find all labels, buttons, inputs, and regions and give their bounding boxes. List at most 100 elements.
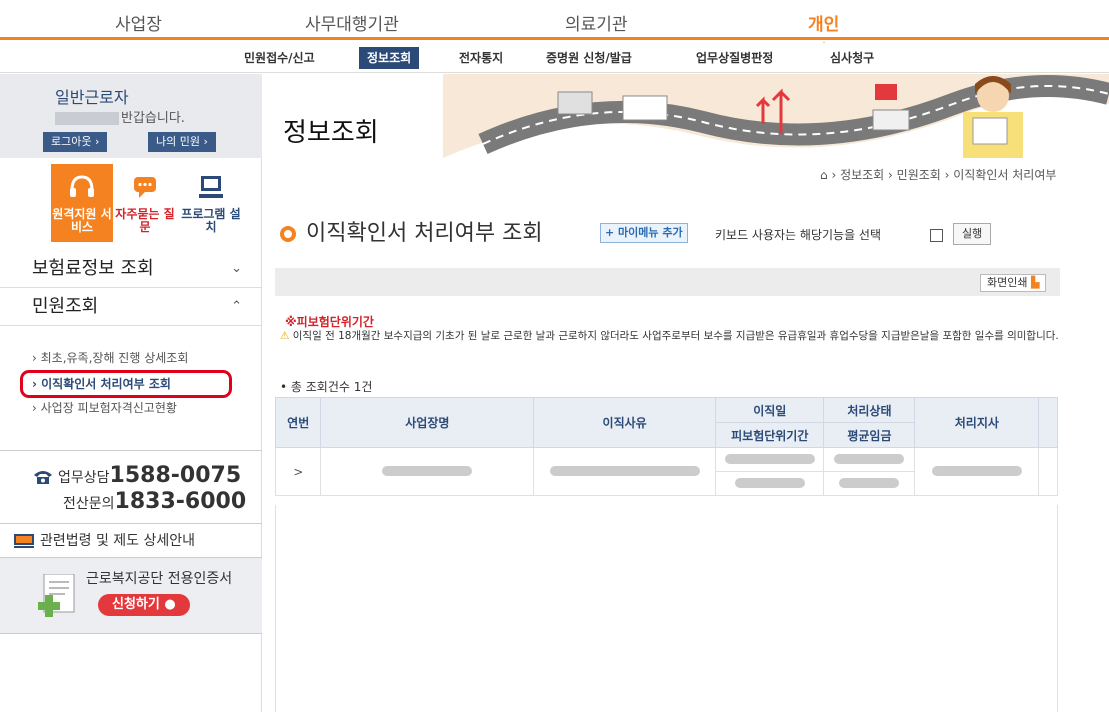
chat-icon: [134, 177, 156, 198]
sub-navigation: 민원접수/신고 정보조회 전자통지 증명원 신청/발급 업무상질병판정 심사청구: [0, 43, 1109, 73]
home-icon[interactable]: ⌂: [820, 168, 828, 182]
table-row[interactable]: >: [274, 447, 1058, 496]
law-guide-link[interactable]: 관련법령 및 제도 상세안내: [0, 524, 262, 558]
page-banner: 정보조회: [263, 74, 1109, 158]
subnav-civil-report[interactable]: 민원접수/신고: [236, 47, 323, 69]
law-guide-label: 관련법령 및 제도 상세안내: [40, 533, 196, 549]
user-type: 일반근로자: [55, 88, 129, 107]
chevron-down-icon: ⌄: [231, 261, 242, 276]
masked-value: [834, 453, 905, 464]
chevron-up-icon: ⌃: [231, 299, 242, 314]
run-button[interactable]: 실행: [953, 223, 992, 245]
monitor-icon: [199, 176, 223, 198]
col-period: 피보험단위기간: [715, 422, 825, 448]
cell-branch: [914, 447, 1040, 496]
col-branch: 처리지사: [914, 397, 1040, 448]
col-status: 처리상태: [823, 397, 916, 423]
menu-civil-label: 민원조회: [32, 296, 99, 317]
breadcrumb-path: › 정보조회 › 민원조회 › 이직확인서 처리여부: [831, 168, 1057, 182]
toolbar-band: [275, 268, 1060, 296]
user-greeting: 반갑습니다.: [55, 107, 185, 126]
phone-icon: [34, 471, 52, 484]
print-label: 화면인쇄: [987, 276, 1028, 289]
topnav-agency[interactable]: 사무대행기관: [305, 10, 399, 35]
cert-apply-label: 신청하기: [112, 597, 160, 612]
masked-value: [724, 453, 815, 464]
note-body: 이직일 전 18개월간 보수지급의 기초가 된 날로 근로한 날과 근로하지 않…: [292, 330, 1059, 342]
col-spacer: [1038, 397, 1058, 448]
subnav-info-lookup[interactable]: 정보조회: [359, 47, 420, 69]
install-button[interactable]: 프로그램 설치: [180, 164, 242, 242]
subnav-e-notice[interactable]: 전자통지: [451, 47, 511, 69]
result-count: • 총 조회건수 1건: [280, 380, 373, 394]
sidebar: 일반근로자 반갑습니다. 로그아웃 › 나의 민원 › 원격지원 서비스 자주묻…: [0, 74, 262, 712]
pc-phone: 전산문의1833-6000: [63, 489, 246, 514]
banner-illustration: [443, 74, 1109, 158]
headset-icon: [70, 175, 94, 197]
user-box: 일반근로자 반갑습니다. 로그아웃 › 나의 민원 ›: [0, 74, 262, 158]
certificate-icon: [38, 574, 75, 617]
note-text: ⚠ 이직일 전 18개월간 보수지급의 기초가 된 날로 근로한 날과 근로하지…: [280, 330, 1060, 342]
col-company: 사업장명: [320, 397, 535, 448]
col-wage: 평균임금: [823, 422, 916, 448]
cell-company: [320, 447, 535, 496]
cell-status: [823, 447, 916, 472]
masked-value: [931, 465, 1022, 476]
work-phone-number: 1588-0075: [109, 463, 242, 488]
add-my-menu-button[interactable]: + 마이메뉴 추가: [600, 223, 688, 243]
keyboard-note: 키보드 사용자는 해당기능을 선택: [715, 228, 882, 242]
cert-apply-button[interactable]: 신청하기 ●: [98, 594, 190, 616]
cert-box: 근로복지공단 전용인증서 신청하기 ●: [0, 558, 262, 634]
topnav-medical[interactable]: 의료기관: [565, 10, 628, 35]
masked-value: [382, 465, 473, 476]
warning-icon: ⚠: [280, 330, 290, 342]
subnav-review-request[interactable]: 심사청구: [822, 47, 882, 69]
highlight-box: [20, 370, 232, 398]
my-civil-button[interactable]: 나의 민원 ›: [148, 132, 216, 152]
work-phone: 업무상담1588-0075: [58, 463, 241, 488]
cert-title: 근로복지공단 전용인증서: [86, 571, 233, 587]
content-heading: 이직확인서 처리여부 조회: [280, 215, 543, 247]
install-label: 프로그램 설치: [181, 207, 241, 234]
menu-civil-lookup[interactable]: 민원조회 ⌃: [0, 288, 262, 326]
subnav-certificate[interactable]: 증명원 신청/발급: [538, 47, 640, 69]
masked-value: [839, 477, 900, 488]
col-no: 연번: [274, 397, 322, 448]
logout-button[interactable]: 로그아웃 ›: [43, 132, 108, 152]
submenu-progress-label: 최초,유족,장해 진행 상세조회: [40, 351, 189, 365]
remote-support-label: 원격지원 서비스: [52, 207, 112, 234]
topnav-business[interactable]: 사업장: [115, 10, 162, 35]
top-navigation: 사업장 사무대행기관 의료기관 개인: [0, 0, 1109, 47]
note-title: ※피보험단위기간: [285, 315, 374, 329]
row-expand-arrow[interactable]: >: [274, 447, 322, 496]
pc-phone-label: 전산문의: [63, 496, 115, 512]
cell-wage: [823, 471, 916, 496]
table-empty-area: [275, 505, 1058, 712]
print-button[interactable]: 화면인쇄 ▙: [980, 274, 1047, 292]
submenu-item-progress[interactable]: › 최초,유족,장해 진행 상세조회: [32, 349, 188, 366]
faq-label: 자주묻는 질문: [115, 207, 175, 234]
masked-name: [55, 112, 119, 125]
topnav-personal[interactable]: 개인: [808, 10, 839, 47]
menu-insurance-info[interactable]: 보험료정보 조회 ⌄: [0, 250, 262, 288]
logout-label: 로그아웃: [51, 135, 92, 148]
subnav-disease-judgment[interactable]: 업무상질병판정: [688, 47, 781, 69]
bullet-circle-icon: [280, 226, 296, 242]
cell-reason: [533, 447, 717, 496]
pc-phone-number: 1833-6000: [114, 489, 247, 514]
greeting-text: 반갑습니다.: [121, 111, 185, 126]
masked-value: [734, 477, 805, 488]
remote-support-button[interactable]: 원격지원 서비스: [51, 164, 113, 242]
work-phone-label: 업무상담: [58, 470, 110, 486]
col-reason: 이직사유: [533, 397, 717, 448]
heading-text: 이직확인서 처리여부 조회: [306, 221, 543, 246]
contact-box: 업무상담1588-0075 전산문의1833-6000: [0, 450, 262, 524]
submenu-qualification-label: 사업장 피보험자격신고현황: [40, 401, 177, 415]
faq-button[interactable]: 자주묻는 질문: [114, 164, 176, 242]
submenu-item-qualification[interactable]: › 사업장 피보험자격신고현황: [32, 399, 177, 416]
keyboard-checkbox[interactable]: [930, 229, 943, 242]
quick-links: 원격지원 서비스 자주묻는 질문 프로그램 설치: [0, 164, 262, 244]
my-civil-label: 나의 민원: [156, 135, 200, 148]
cell-period: [715, 471, 825, 496]
col-date: 이직일: [715, 397, 825, 423]
